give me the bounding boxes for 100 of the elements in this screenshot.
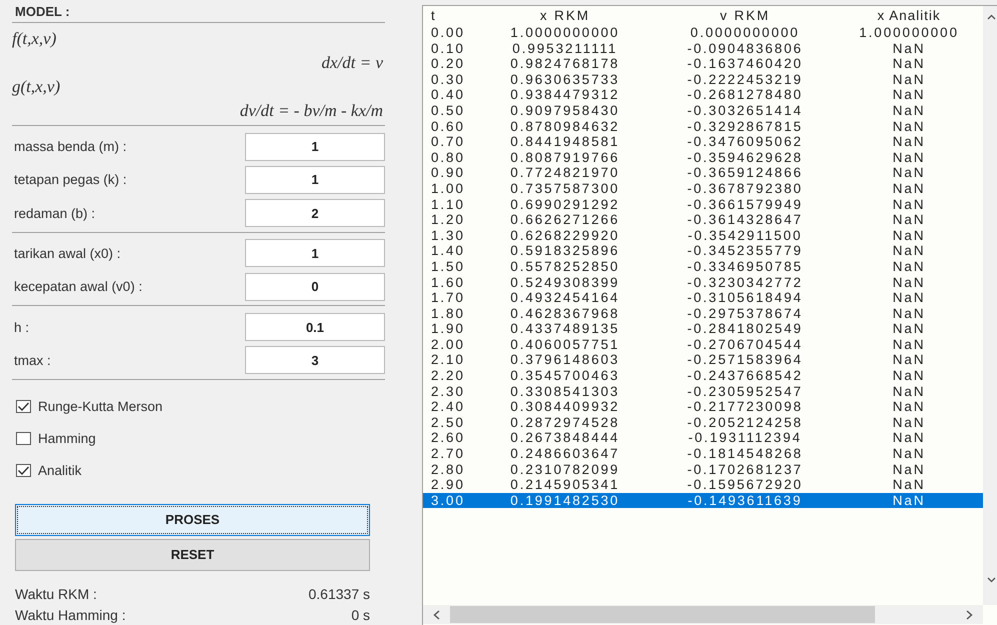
input-field[interactable]: 1 (245, 239, 385, 268)
action-button[interactable]: RESET (15, 538, 370, 571)
table-cell-text: 0.1991482530 (509, 492, 621, 508)
table-row[interactable]: 2.80 0.2310782099 -0.1702681237 NaN (423, 462, 983, 478)
table-cell-text: 0.9384479312 (509, 87, 621, 103)
table-cell-text: 1.10 (430, 196, 466, 212)
scroll-left-icon[interactable] (433, 610, 440, 620)
table-cell-text: NaN (892, 384, 926, 400)
table-cell-text: 0.6268229920 (509, 228, 621, 244)
table-cell-text: 0.6990291292 (509, 196, 621, 212)
table-cell-text: NaN (892, 40, 926, 56)
checkbox[interactable] (16, 400, 31, 414)
table-cell-text: 0.8780984632 (509, 118, 621, 134)
field-label: tmax : (13, 352, 51, 368)
table-row[interactable]: 1.60 0.5249308399 -0.3230342772 NaN (423, 274, 983, 290)
table-row[interactable]: 1.80 0.4628367968 -0.2975378674 NaN (423, 306, 983, 322)
table-cell-text: 1.20 (430, 212, 466, 228)
table-cell-text: -0.3292867815 (686, 118, 804, 134)
table-row[interactable]: 0.00 1.0000000000 0.0000000000 1.000000000 (423, 25, 983, 41)
table-cell-text: NaN (892, 336, 926, 352)
table-cell-text: 1.70 (430, 290, 466, 306)
table-row[interactable]: 3.00 0.1991482530 -0.1493611639 NaN (423, 492, 983, 508)
table-cell-text: 0.5249308399 (509, 274, 621, 290)
table-cell-text: -0.2305952547 (686, 384, 804, 400)
table-row[interactable]: 2.90 0.2145905341 -0.1595672920 NaN (423, 477, 983, 493)
table-cell-text: 0.9097958430 (509, 102, 621, 119)
horizontal-scrollbar[interactable] (423, 605, 983, 624)
table-row[interactable]: 1.10 0.6990291292 -0.3661579949 NaN (423, 196, 983, 212)
table-cell-text: 2.10 (430, 352, 466, 368)
table-row[interactable]: 1.40 0.5918325896 -0.3452355779 NaN (423, 243, 983, 259)
table-row[interactable]: 1.70 0.4932454164 -0.3105618494 NaN (423, 290, 983, 306)
table-cell-text: 0.5578252850 (509, 258, 621, 274)
input-field[interactable]: 0.1 (245, 313, 385, 342)
field-label: kecepatan awal (v0) : (13, 279, 142, 294)
table-row[interactable]: 1.20 0.6626271266 -0.3614328647 NaN (423, 212, 983, 228)
table-cell-text: 1.90 (430, 321, 466, 337)
table-cell-text: 0.0000000000 (689, 25, 801, 41)
table-row[interactable]: 2.00 0.4060057751 -0.2706704544 NaN (423, 336, 983, 352)
table-cell-text: NaN (892, 290, 926, 306)
checkbox[interactable] (16, 432, 31, 446)
table-row[interactable]: 2.10 0.3796148603 -0.2571583964 NaN (423, 352, 983, 368)
table-cell-text: 0.3545700463 (509, 368, 621, 384)
table-row[interactable]: 0.40 0.9384479312 -0.2681278480 NaN (423, 87, 983, 103)
input-field[interactable]: 0 (245, 272, 385, 301)
table-row[interactable]: 0.80 0.8087919766 -0.3594629628 NaN (423, 150, 983, 166)
input-field[interactable]: 2 (245, 199, 385, 228)
scrollbar-thumb[interactable] (450, 606, 875, 623)
table-cell-text: NaN (892, 306, 926, 322)
input-field[interactable]: 1 (245, 132, 385, 161)
table-row[interactable]: 0.50 0.9097958430 -0.3032651414 NaN (423, 102, 983, 119)
action-button[interactable]: PROSES (15, 504, 370, 536)
table-row[interactable]: 0.60 0.8780984632 -0.3292867815 NaN (423, 118, 983, 134)
table-cell-text: 0.70 (430, 134, 466, 150)
table-cell-text: NaN (892, 258, 926, 274)
table-cell-text: 0.90 (430, 165, 466, 181)
table-row[interactable]: 1.90 0.4337489135 -0.2841802549 NaN (423, 321, 983, 337)
table-cell-text: NaN (892, 274, 926, 290)
table-cell-text: -0.2681278480 (686, 87, 804, 103)
table-cell-text: -0.3476095062 (686, 134, 804, 150)
table-row[interactable]: 1.50 0.5578252850 -0.3346950785 NaN (423, 258, 983, 274)
table-row[interactable]: 2.40 0.3084409932 -0.2177230098 NaN (423, 399, 983, 415)
table-row[interactable]: 2.30 0.3308541303 -0.2305952547 NaN (423, 384, 983, 400)
table-cell-text: -0.0904836806 (686, 40, 804, 56)
table-cell-text: 0.9630635733 (509, 72, 621, 88)
scroll-right-icon[interactable] (966, 610, 973, 620)
table-cell-text: -0.2222453219 (686, 72, 804, 88)
table-row[interactable]: 0.30 0.9630635733 -0.2222453219 NaN (423, 72, 983, 88)
field-label: tarikan awal (x0) : (13, 246, 121, 261)
table-row[interactable]: 0.10 0.9953211111 -0.0904836806 NaN (423, 40, 983, 56)
table-row[interactable]: 0.90 0.7724821970 -0.3659124866 NaN (423, 165, 983, 181)
field-label: h : (13, 320, 30, 335)
table-cell-text: 0.4628367968 (509, 306, 621, 322)
table-cell-text: NaN (892, 180, 926, 197)
table-cell-text: NaN (892, 462, 926, 478)
field-label: tetapan pegas (k) : (13, 172, 127, 188)
scroll-up-icon[interactable] (986, 14, 996, 20)
table-cell-text: -0.2975378674 (686, 306, 804, 322)
column-header: v RKM (719, 8, 771, 25)
table-row[interactable]: 2.50 0.2872974528 -0.2052124258 NaN (423, 414, 983, 430)
scroll-down-icon[interactable] (986, 577, 996, 583)
table-row[interactable]: 2.60 0.2673848444 -0.1931112394 NaN (423, 430, 983, 446)
table-row[interactable]: 1.00 0.7357587300 -0.3678792380 NaN (423, 180, 983, 197)
field-label: massa benda (m) : (13, 139, 127, 154)
timing-value: 0.61337 s (308, 584, 370, 604)
table-cell-text: 0.5918325896 (509, 243, 621, 259)
table-cell-text: 0.30 (430, 72, 466, 88)
input-field[interactable]: 3 (245, 346, 385, 374)
table-row[interactable]: 0.70 0.8441948581 -0.3476095062 NaN (423, 134, 983, 150)
table-cell-text: NaN (892, 352, 926, 368)
table-cell-text: 0.2673848444 (509, 430, 621, 446)
table-row[interactable]: 0.20 0.9824768178 -0.1637460420 NaN (423, 56, 983, 72)
table-row[interactable]: 2.70 0.2486603647 -0.1814548268 NaN (423, 446, 983, 462)
table-cell-text: 0.9953211111 (511, 40, 619, 56)
timing-label: Waktu Hamming : (15, 606, 126, 625)
table-row[interactable]: 1.30 0.6268229920 -0.3542911500 NaN (423, 228, 983, 244)
checkbox[interactable] (16, 464, 31, 478)
table-cell-text: 0.7357587300 (509, 180, 621, 197)
table-row[interactable]: 2.20 0.3545700463 -0.2437668542 NaN (423, 368, 983, 384)
input-field[interactable]: 1 (245, 166, 385, 194)
table-cell-text: 2.90 (430, 477, 466, 493)
